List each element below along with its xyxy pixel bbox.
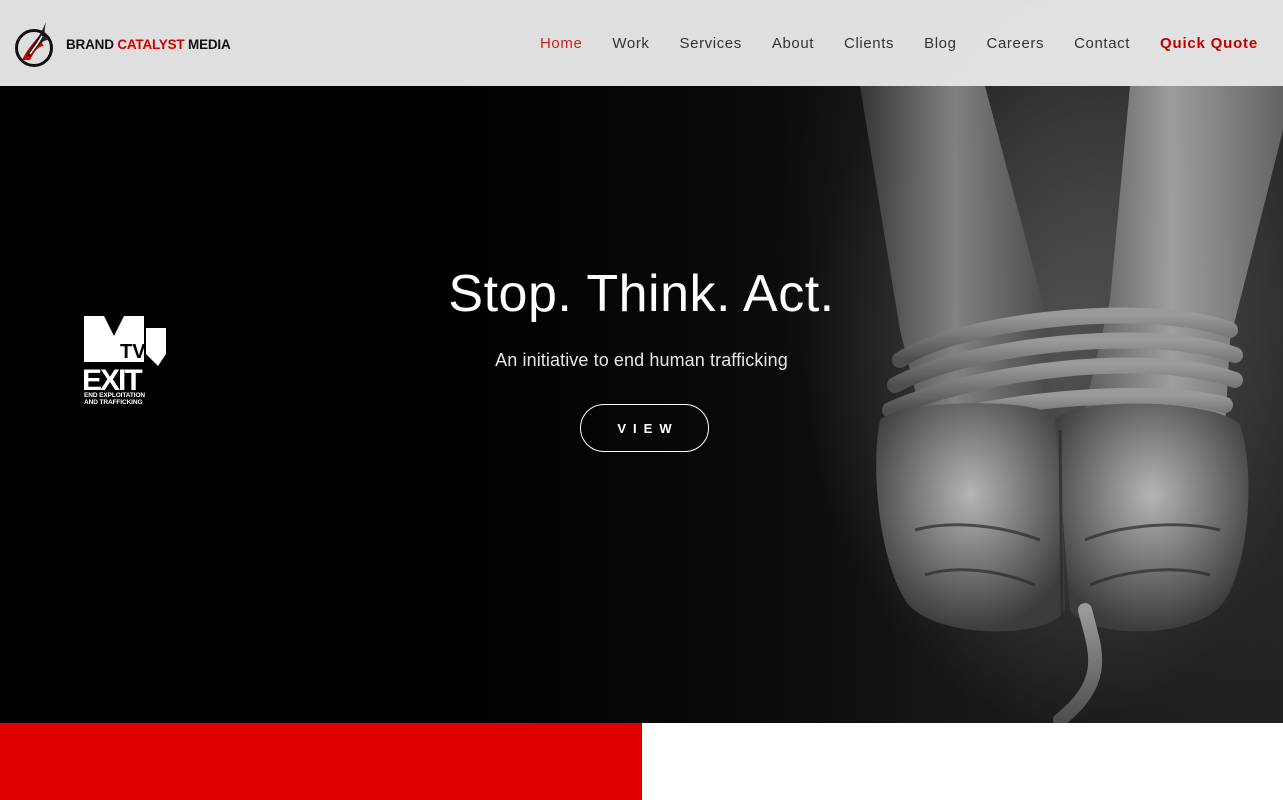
nav-item-blog[interactable]: Blog	[924, 35, 956, 52]
hero-section: TV EXIT END EXPLOITATION AND TRAFFICKING…	[0, 0, 1283, 723]
site-header: BRAND CATALYST MEDIA Home Work Services …	[0, 0, 1283, 86]
red-panel	[0, 723, 642, 800]
nav-item-home[interactable]: Home	[540, 35, 582, 52]
nav-item-work[interactable]: Work	[612, 35, 649, 52]
nav-item-clients[interactable]: Clients	[844, 35, 894, 52]
brand-name-part1: BRAND	[66, 36, 114, 52]
white-panel	[642, 723, 1283, 800]
flame-circle-icon	[15, 22, 53, 67]
nav-item-about[interactable]: About	[772, 35, 814, 52]
exit-logo-tagline: END EXPLOITATION AND TRAFFICKING	[84, 392, 170, 406]
nav-item-contact[interactable]: Contact	[1074, 35, 1130, 52]
main-nav: Home Work Services About Clients Blog Ca…	[510, 0, 1258, 86]
view-button[interactable]: VIEW	[580, 404, 709, 452]
exit-tagline-line2: AND TRAFFICKING	[84, 399, 143, 406]
brand-name: BRAND CATALYST MEDIA	[66, 37, 231, 52]
brand-name-accent: CATALYST	[117, 36, 185, 52]
nav-item-careers[interactable]: Careers	[987, 35, 1045, 52]
quick-quote-link[interactable]: Quick Quote	[1160, 35, 1258, 52]
hero-title: Stop. Think. Act.	[448, 265, 835, 323]
hero-subtitle: An initiative to end human trafficking	[495, 350, 788, 370]
brand-logo[interactable]: BRAND CATALYST MEDIA	[14, 20, 234, 68]
exit-tagline-line1: END EXPLOITATION	[84, 392, 145, 399]
nav-item-services[interactable]: Services	[680, 35, 742, 52]
brand-name-part2: MEDIA	[188, 36, 231, 52]
